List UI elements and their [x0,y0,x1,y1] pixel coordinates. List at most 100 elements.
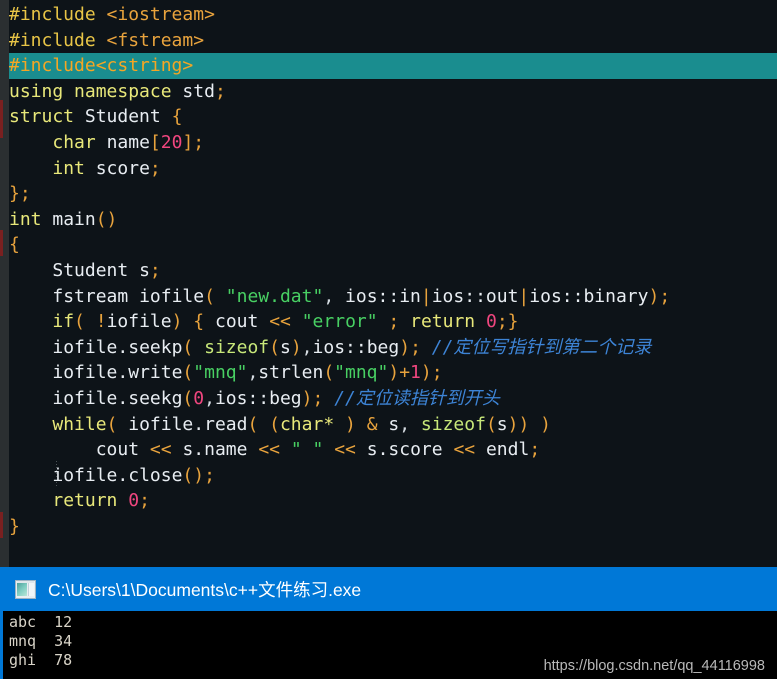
token-paren-open: ( [182,336,205,358]
token-paren-open: ( [74,311,96,333]
token-include-path: <cstring> [95,55,194,77]
token-operator-insert: << [258,439,280,461]
token-operator-insert: << [149,439,172,461]
token-var-iofile: iofile [106,311,172,333]
token-ios-out: ios::out [431,285,519,307]
token-operator-insert: << [334,439,356,461]
watermark-text: https://blog.csdn.net/qq_44116998 [543,658,765,674]
console-titlebar[interactable]: C:\Users\1\Documents\c++文件练习.exe [0,567,777,611]
token-string-filename: "new.dat" [225,285,324,307]
token-string-error: "error" [301,311,378,333]
token-std: std [182,80,215,102]
token-var-s: s [139,259,150,281]
code-line[interactable]: #include <fstream> [0,28,777,54]
token-method-write: .write [117,362,183,384]
token-semicolon: ; [496,311,508,333]
code-line[interactable]: }; [0,181,777,207]
token-include-path: <iostream> [95,4,215,25]
token-keyword-if: if [52,311,75,333]
token-cast-charstar: char* [279,413,335,435]
token-paren-close: ) [290,336,302,358]
token-ios-binary: ios::binary [529,285,649,307]
token-var-s: s [279,336,291,358]
token-paren-open: ( [182,362,194,384]
token-semicolon: ; [204,464,215,486]
token-keyword-char: char [52,131,96,153]
code-line[interactable]: iofile.close(); [0,463,777,489]
code-line[interactable]: } [0,514,777,540]
code-area[interactable]: #include <iostream> #include <fstream> #… [0,0,777,539]
token-keyword-return: return [410,311,476,333]
code-line-highlighted[interactable]: #include<cstring> [0,53,777,79]
token-operator-plus: + [399,362,411,384]
token-paren-close: ) [171,311,183,333]
token-paren-open: ( [323,362,335,384]
token-var-iofile: iofile [52,362,118,384]
token-string-mnq: "mnq" [193,362,248,384]
code-line[interactable]: if( !iofile) { cout << "error" ; return … [0,309,777,335]
code-line[interactable]: using namespace std; [0,79,777,105]
token-semicolon: ; [312,387,324,409]
token-semicolon: ; [149,157,161,179]
code-line[interactable]: cout << s.name << " " << s.score << endl… [0,437,777,463]
token-brace-close: } [9,183,20,205]
code-line[interactable]: while( iofile.read( (char* ) & s, sizeof… [0,412,777,438]
code-editor[interactable]: #include <iostream> #include <fstream> #… [0,0,777,567]
token-paren-open: ( [269,336,280,358]
token-paren-close: )) [507,413,530,435]
console-output-area[interactable]: abc 12 mnq 34 ghi 78 https://blog.csdn.n… [0,611,777,679]
code-line[interactable]: fstream iofile( "new.dat", ios::in|ios::… [0,284,777,310]
token-sizeof: sizeof [204,336,270,358]
token-parens: () [95,208,118,230]
token-paren-close: ) [388,362,400,384]
token-operator-insert: << [453,439,476,461]
code-line[interactable]: iofile.write("mnq",strlen("mnq")+1); [0,360,777,386]
code-line[interactable]: return 0; [0,488,777,514]
indent-guide [56,461,57,487]
code-line[interactable]: { [0,232,777,258]
code-line[interactable]: char name[20]; [0,130,777,156]
code-line[interactable]: iofile.seekg(0,ios::beg); //定位读指针到开头 [0,386,777,412]
code-line[interactable]: iofile.seekp( sizeof(s),ios::beg); //定位写… [0,335,777,361]
token-number: 20 [160,131,183,153]
console-window[interactable]: C:\Users\1\Documents\c++文件练习.exe abc 12 … [0,567,777,679]
token-ios-beg: ios::beg [312,336,400,358]
token-method-read: .read [193,413,248,435]
token-bracket-close: ] [182,131,194,153]
token-paren-close: ) [399,336,411,358]
token-var-s: s [496,413,508,435]
token-type-name: Student [84,106,161,128]
token-method-seekp: .seekp [117,336,183,358]
code-line[interactable]: Student s; [0,258,777,284]
editor-gutter[interactable] [0,0,9,567]
code-line[interactable]: int main() [0,207,777,233]
token-semicolon: ; [431,362,443,384]
code-line[interactable]: int score; [0,156,777,182]
code-line[interactable]: struct Student { [0,104,777,130]
token-preprocessor: #include [9,29,96,51]
token-semicolon: ; [139,490,150,512]
token-paren-open: ( [485,413,497,435]
code-line[interactable]: #include <iostream> [0,2,777,28]
console-output-line: abc 12 [9,613,73,631]
token-semicolon: ; [388,311,400,333]
token-string-mnq: "mnq" [334,362,389,384]
